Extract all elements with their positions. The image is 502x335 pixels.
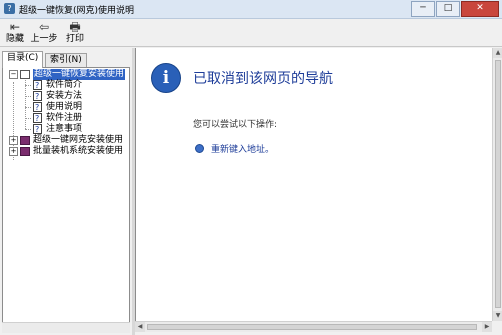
tree-horizontal-scrollbar[interactable] [2, 322, 130, 333]
scroll-down-icon[interactable]: ▼ [493, 311, 502, 321]
help-page-icon [33, 91, 42, 102]
tree-item-label: 安装方法 [46, 91, 83, 101]
hide-button[interactable]: ⇤ 隐藏 [4, 20, 26, 46]
tree-item-label: 软件注册 [46, 113, 83, 123]
horizontal-scrollbar[interactable]: ◀ ▶ [135, 321, 492, 332]
tab-index[interactable]: 索引(N) [45, 53, 87, 67]
vertical-scrollbar[interactable]: ▲ ▼ [492, 48, 502, 321]
tree-item-label: 使用说明 [46, 102, 83, 112]
tree-item-usage[interactable]: 使用说明 [6, 102, 128, 113]
tree-item-install[interactable]: 安装方法 [6, 91, 128, 102]
close-button[interactable]: ✕ [461, 1, 499, 17]
tree-item-notes[interactable]: 注意事项 [6, 124, 128, 135]
expand-icon[interactable]: + [9, 147, 18, 156]
horizontal-scroll-thumb[interactable] [147, 324, 477, 330]
minimize-button[interactable]: ─ [411, 1, 435, 17]
help-page-icon [33, 113, 42, 124]
closed-book-icon [20, 147, 30, 156]
help-page-icon [33, 124, 42, 135]
print-label: 打印 [65, 34, 84, 44]
bullet-icon [195, 144, 204, 153]
retype-address-item: 重新键入地址。 [211, 145, 275, 155]
tab-contents[interactable]: 目录(C) [2, 51, 44, 68]
back-button[interactable]: ⇦ 上一步 [30, 20, 58, 46]
back-label: 上一步 [30, 34, 58, 44]
tree-item-label: 软件简介 [46, 80, 83, 90]
expand-icon[interactable]: + [9, 136, 18, 145]
closed-book-icon [20, 136, 30, 145]
toolbar: ⇤ 隐藏 ⇦ 上一步 🖶 打印 [0, 19, 502, 47]
window-title: 超级一键恢复(网克)使用说明 [19, 6, 135, 16]
vertical-scroll-thumb[interactable] [495, 60, 501, 308]
collapse-icon[interactable]: − [9, 70, 18, 79]
scroll-up-icon[interactable]: ▲ [493, 48, 502, 58]
content-pane: i 已取消到该网页的导航 您可以尝试以下操作: 重新键入地址。 [135, 48, 493, 321]
tree-item-label: 批量装机系统安装使用 [33, 146, 124, 156]
tree-item-label: 注意事项 [46, 124, 83, 134]
scroll-left-icon[interactable]: ◀ [135, 322, 145, 332]
tree-item-label: 超级一键网克安装使用 [33, 135, 124, 145]
printer-icon: 🖶 [69, 20, 81, 34]
help-page-icon [33, 80, 42, 91]
window-controls: ─ □ ✕ [410, 1, 499, 17]
help-book-icon: ? [4, 3, 15, 14]
tree-item-label: 超级一键恢复安装使用 [33, 69, 126, 80]
open-book-icon [20, 70, 30, 79]
help-page-icon [33, 102, 42, 113]
maximize-button[interactable]: □ [436, 1, 460, 17]
tree-item-intro[interactable]: 软件简介 [6, 80, 128, 91]
hide-pane-icon: ⇤ [9, 20, 21, 34]
info-icon: i [151, 63, 181, 93]
tree-item-batch[interactable]: + 批量装机系统安装使用 [6, 146, 128, 157]
tree-item-root[interactable]: − 超级一键恢复安装使用 [6, 69, 128, 80]
suggestion-text: 您可以尝试以下操作: [193, 120, 278, 130]
scroll-right-icon[interactable]: ▶ [482, 322, 492, 332]
contents-tree: − 超级一键恢复安装使用 软件简介 安装方法 使用说明 软件注册 注意事项 + [2, 67, 130, 332]
tree-item-register[interactable]: 软件注册 [6, 113, 128, 124]
navigation-pane: 目录(C) 索引(N) − 超级一键恢复安装使用 软件简介 安装方法 使用说明 [0, 48, 132, 335]
print-button[interactable]: 🖶 打印 [64, 20, 86, 46]
tree-item-netclone[interactable]: + 超级一键网克安装使用 [6, 135, 128, 146]
hide-label: 隐藏 [5, 34, 24, 44]
back-arrow-icon: ⇦ [38, 20, 50, 34]
page-heading: 已取消到该网页的导航 [193, 71, 333, 87]
title-bar: ? 超级一键恢复(网克)使用说明 ─ □ ✕ [0, 0, 502, 19]
